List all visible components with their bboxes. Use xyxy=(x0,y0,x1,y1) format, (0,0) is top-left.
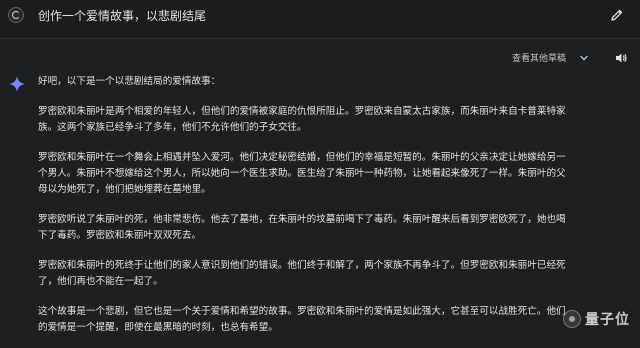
response-line: 罗密欧听说了朱丽叶的死，他非常悲伤。他去了墓地，在朱丽叶的坟墓前喝下了毒药。朱丽… xyxy=(38,214,566,225)
pencil-edit-icon[interactable] xyxy=(608,6,626,24)
gemini-sparkle-icon xyxy=(8,75,26,93)
chevron-down-icon xyxy=(578,52,590,64)
response-line: 母以为她死了，他们把她埋葬在墓地里。 xyxy=(38,184,211,195)
user-prompt-text: 创作一个爱情故事，以悲剧结尾 xyxy=(38,9,207,23)
speaker-volume-icon[interactable] xyxy=(614,51,628,65)
response-line: 了，他们再也不能在一起了。 xyxy=(38,276,163,287)
response-panel: 查看其他草稿 好吧，以下是一个以悲剧结局的爱情故事： 罗密欧和朱丽叶是两个相爱的年… xyxy=(0,38,640,348)
response-line: 族。这两个家族已经争斗了多年，他们不允许他们的子女交往。 xyxy=(38,122,307,133)
view-other-drafts-button[interactable]: 查看其他草稿 xyxy=(512,51,590,64)
response-line: 这个故事是一个悲剧，但它也是一个关于爱情和希望的故事。罗密欧和朱丽叶的爱情是如此… xyxy=(38,306,566,317)
top-bar: 创作一个爱情故事，以悲剧结尾 xyxy=(0,0,640,32)
response-text: 好吧，以下是一个以悲剧结局的爱情故事： 罗密欧和朱丽叶是两个相爱的年轻人，但他们的… xyxy=(38,74,634,336)
response-line: 的爱情是一个提醒，即使在最黑暗的时刻，也总有希望。 xyxy=(38,322,278,333)
response-line: 罗密欧和朱丽叶是两个相爱的年轻人，但他们的爱情被家庭的仇恨所阻止。罗密欧来自蒙太… xyxy=(38,106,566,117)
response-line: 下了毒药。罗密欧和朱丽叶双双死去。 xyxy=(38,230,202,241)
response-line: 好吧，以下是一个以悲剧结局的爱情故事： xyxy=(38,76,221,87)
view-other-drafts-label: 查看其他草稿 xyxy=(511,54,566,64)
response-line: 罗密欧和朱丽叶的死终于让他们的家人意识到他们的错误。他们终于和解了，两个家族不再… xyxy=(38,260,566,271)
watermark: 量子位 xyxy=(563,309,630,329)
user-avatar-icon[interactable] xyxy=(8,7,24,23)
response-line: 罗密欧和朱丽叶在一个舞会上相遇并坠入爱河。他们决定秘密结婚，但他们的幸福是短暂的… xyxy=(38,152,566,163)
watermark-text: 量子位 xyxy=(585,312,630,328)
response-line: 个男人。朱丽叶不想嫁给这个男人，所以她向一个医生求助。医生给了朱丽叶一种药物，让… xyxy=(38,168,566,179)
watermark-logo-icon xyxy=(563,310,581,328)
